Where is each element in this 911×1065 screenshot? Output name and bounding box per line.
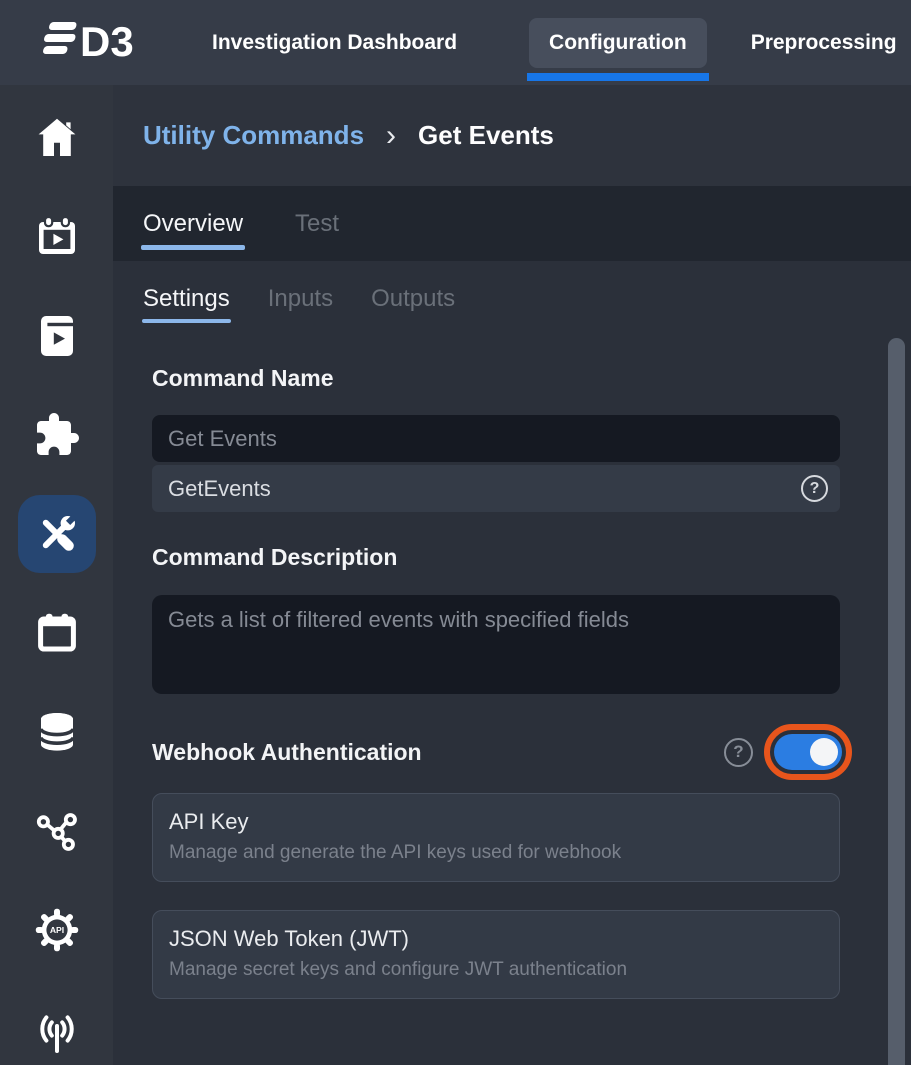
help-icon[interactable]: ? <box>801 475 828 502</box>
breadcrumb-parent-link[interactable]: Utility Commands <box>143 120 364 151</box>
toggle-knob <box>810 738 838 766</box>
api-key-card-description: Manage and generate the API keys used fo… <box>169 842 823 864</box>
internal-command-name-row: GetEvents ? <box>152 465 840 512</box>
api-key-card-title: API Key <box>169 809 823 835</box>
sidebar-item-api-settings[interactable]: API <box>18 891 96 969</box>
tab-investigation-dashboard[interactable]: Investigation Dashboard <box>192 18 477 68</box>
tab-outputs[interactable]: Outputs <box>371 285 455 313</box>
page-title: Get Events <box>418 120 554 151</box>
tab-settings[interactable]: Settings <box>143 285 230 313</box>
tab-inputs[interactable]: Inputs <box>268 285 333 313</box>
d3-logo-text: D3 <box>80 18 134 65</box>
top-navigation-bar: D3 Investigation Dashboard Configuration… <box>0 0 911 85</box>
vertical-scrollbar-thumb[interactable] <box>888 338 905 1065</box>
jwt-card-title: JSON Web Token (JWT) <box>169 926 823 952</box>
command-name-label: Command Name <box>152 365 840 392</box>
antenna-icon <box>33 1005 81 1053</box>
sidebar-item-playbook-runs[interactable] <box>18 198 96 276</box>
api-key-card[interactable]: API Key Manage and generate the API keys… <box>152 793 840 882</box>
sidebar-item-integrations[interactable] <box>18 396 96 474</box>
icon-sidebar: API <box>0 85 113 1065</box>
sidebar-item-home[interactable] <box>18 99 96 177</box>
d3-logo-icon: D3 <box>30 15 150 65</box>
jwt-card[interactable]: JSON Web Token (JWT) Manage secret keys … <box>152 910 840 999</box>
primary-tab-bar: Overview Test <box>113 186 911 261</box>
calendar-icon <box>33 609 81 657</box>
tab-configuration[interactable]: Configuration <box>529 18 707 68</box>
help-icon[interactable]: ? <box>724 738 753 767</box>
book-play-icon <box>33 312 81 360</box>
home-icon <box>33 114 81 162</box>
breadcrumb-chevron-icon: › <box>386 121 396 151</box>
webhook-authentication-row: Webhook Authentication ? <box>152 724 840 780</box>
sidebar-item-utility-commands[interactable] <box>18 495 96 573</box>
main-panel: Utility Commands › Get Events Overview T… <box>113 85 911 1065</box>
webhook-authentication-label: Webhook Authentication <box>152 739 422 766</box>
sidebar-item-link-analysis[interactable] <box>18 792 96 870</box>
tab-test[interactable]: Test <box>295 210 339 238</box>
calendar-play-icon <box>33 213 81 261</box>
sidebar-item-event-intake[interactable] <box>18 990 96 1065</box>
command-description-label: Command Description <box>152 544 840 571</box>
database-icon <box>33 708 81 756</box>
command-description-textarea[interactable] <box>152 595 840 694</box>
sidebar-item-schedules[interactable] <box>18 594 96 672</box>
tab-preprocessing[interactable]: Preprocessing <box>731 18 911 68</box>
settings-form: Command Name GetEvents ? Command Descrip… <box>152 365 840 999</box>
puzzle-icon <box>33 411 81 459</box>
sidebar-item-data-management[interactable] <box>18 693 96 771</box>
secondary-tab-bar: Settings Inputs Outputs <box>143 285 911 313</box>
tools-icon <box>33 510 81 558</box>
tab-overview[interactable]: Overview <box>143 210 243 238</box>
api-gear-icon: API <box>33 906 81 954</box>
webhook-authentication-toggle[interactable] <box>774 734 842 770</box>
breadcrumb: Utility Commands › Get Events <box>113 85 911 186</box>
d3-logo[interactable]: D3 <box>30 15 150 70</box>
overview-content: Settings Inputs Outputs Command Name Get… <box>113 261 911 1065</box>
annotation-highlight-ring <box>764 724 852 780</box>
svg-text:API: API <box>49 925 63 935</box>
share-nodes-icon <box>33 807 81 855</box>
jwt-card-description: Manage secret keys and configure JWT aut… <box>169 959 823 981</box>
internal-command-name: GetEvents <box>168 476 271 502</box>
command-name-input[interactable] <box>152 415 840 462</box>
sidebar-item-playbook-library[interactable] <box>18 297 96 375</box>
